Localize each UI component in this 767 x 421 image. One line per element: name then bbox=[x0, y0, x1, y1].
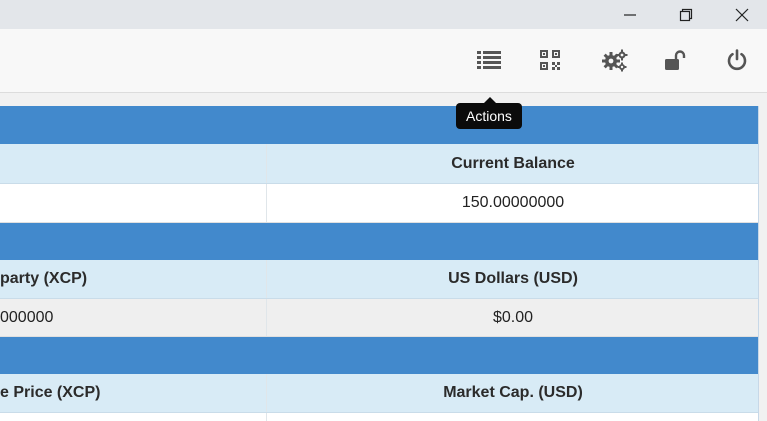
restore-icon bbox=[679, 8, 693, 21]
logout-button[interactable] bbox=[719, 42, 755, 78]
actions-button[interactable] bbox=[471, 42, 507, 78]
qr-code-icon bbox=[540, 50, 560, 70]
column-header bbox=[0, 144, 265, 183]
current-balance-value: 150.00000000 bbox=[266, 184, 759, 222]
list-icon bbox=[477, 51, 501, 69]
table-row bbox=[0, 413, 758, 421]
usd-value: $0.00 bbox=[266, 299, 759, 336]
section-band-value bbox=[0, 223, 758, 260]
xcp-value: 000000 bbox=[0, 308, 54, 326]
table-row: 150.00000000 bbox=[0, 184, 758, 223]
close-button[interactable] bbox=[714, 0, 767, 29]
column-header-xcp: party (XCP) bbox=[0, 270, 88, 287]
window-titlebar bbox=[0, 0, 767, 29]
gears-icon bbox=[602, 49, 628, 72]
settings-button[interactable] bbox=[597, 42, 633, 78]
minimize-button[interactable] bbox=[602, 0, 658, 29]
cell-right bbox=[266, 413, 759, 421]
unlock-icon bbox=[665, 50, 686, 70]
power-icon bbox=[727, 49, 747, 71]
section-band-balance bbox=[0, 106, 758, 144]
content-panel: Current Balance 150.00000000 party (XCP)… bbox=[0, 106, 759, 421]
actions-tooltip: Actions bbox=[456, 103, 522, 129]
lock-button[interactable] bbox=[658, 42, 694, 78]
toolbar bbox=[0, 29, 767, 93]
column-header-price-xcp: e Price (XCP) bbox=[0, 384, 101, 401]
qr-code-button[interactable] bbox=[532, 42, 568, 78]
table-header: Current Balance bbox=[0, 144, 758, 184]
cell-left bbox=[0, 184, 265, 222]
section-band-market bbox=[0, 337, 758, 374]
table-row: 000000 $0.00 bbox=[0, 299, 758, 337]
column-header-usd: US Dollars (USD) bbox=[266, 260, 759, 298]
table-header: party (XCP) US Dollars (USD) bbox=[0, 260, 758, 299]
column-header-current-balance: Current Balance bbox=[266, 144, 759, 183]
table-header: e Price (XCP) Market Cap. (USD) bbox=[0, 374, 758, 413]
minimize-icon bbox=[624, 13, 636, 16]
column-header-market-cap: Market Cap. (USD) bbox=[266, 374, 759, 412]
maximize-button[interactable] bbox=[658, 0, 714, 29]
close-icon bbox=[735, 8, 749, 21]
